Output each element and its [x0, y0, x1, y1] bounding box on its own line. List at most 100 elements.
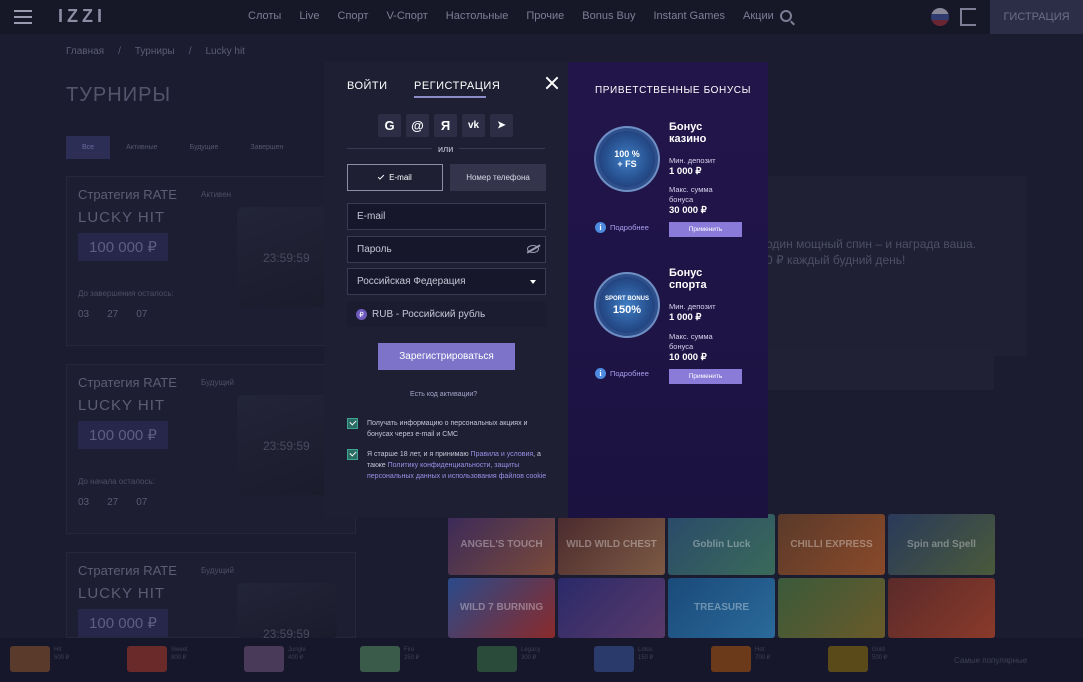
game-grid: ANGEL'S TOUCH WILD WILD CHEST Goblin Luc… [448, 514, 995, 638]
close-icon[interactable] [545, 76, 559, 90]
game-tile[interactable] [558, 577, 665, 638]
apply-casino-bonus-button[interactable]: Применить [669, 222, 742, 237]
winner-item[interactable]: Lotus 150 ₽ [594, 646, 704, 672]
tournament-clock-text: 23:59:59 [263, 251, 310, 265]
site-logo[interactable]: IZZI [58, 6, 106, 27]
winner-game-thumb [828, 646, 868, 672]
filter-all[interactable]: Все [66, 136, 111, 159]
telegram-icon[interactable]: ➤ [490, 114, 513, 137]
game-tile[interactable]: Spin and Spell [888, 514, 995, 575]
timer-hours: 27 [107, 309, 119, 320]
breadcrumb-separator: / [118, 46, 121, 57]
casino-bonus-details-link[interactable]: i Подробнее [595, 222, 649, 233]
consent-marketing-checkbox[interactable] [347, 418, 358, 429]
filter-finished[interactable]: Завершен [234, 136, 299, 159]
apply-sport-bonus-button[interactable]: Применить [669, 369, 742, 384]
winner-game-thumb [10, 646, 50, 672]
winner-game-thumb [594, 646, 634, 672]
yandex-icon[interactable]: Я [434, 114, 457, 137]
sport-bonus-details-link[interactable]: i Подробнее [595, 368, 649, 379]
email-field[interactable]: E-mail [347, 203, 546, 230]
tab-register[interactable]: РЕГИСТРАЦИЯ [414, 80, 500, 92]
nav-item-sport[interactable]: Спорт [338, 10, 369, 22]
promo-text: один мощный спин – и награда ваша. 0 ₽ к… [766, 237, 976, 267]
breadcrumb-home[interactable]: Главная [66, 46, 104, 57]
tournament-card[interactable]: Стратегия RATE Будущий LUCKY HIT 100 000… [66, 552, 356, 641]
winner-item[interactable]: Fire 250 ₽ [360, 646, 470, 672]
game-tile[interactable]: CHILLI EXPRESS [778, 514, 885, 575]
language-flag-icon[interactable] [931, 8, 949, 26]
max-bonus-label: Макс. сумма бонуса [669, 185, 713, 204]
login-icon[interactable] [960, 8, 976, 26]
tab-login[interactable]: ВОЙТИ [347, 80, 388, 92]
consent-terms-label: Я старше 18 лет, и я принимаю Правила и … [367, 451, 547, 480]
tournament-status: Активен [201, 190, 232, 199]
nav-item-live[interactable]: Live [299, 10, 319, 22]
search-icon[interactable] [780, 10, 792, 22]
winner-item[interactable]: Jungle 400 ₽ [244, 646, 354, 672]
tournament-status: Будущий [201, 566, 234, 575]
method-email-button[interactable]: E-mail [347, 164, 443, 191]
nav-item-vsport[interactable]: V-Спорт [386, 10, 427, 22]
game-tile[interactable]: WILD 7 BURNING [448, 577, 555, 638]
breadcrumb-separator: / [188, 46, 192, 57]
winner-item[interactable]: Legacy 300 ₽ [477, 646, 587, 672]
max-bonus-value: 10 000 ₽ [669, 352, 707, 363]
nav-item-table[interactable]: Настольные [446, 10, 509, 22]
timer-minutes: 07 [136, 309, 148, 320]
terms-link[interactable]: Правила и условия [471, 451, 534, 458]
tournament-prize: 100 000 ₽ [78, 421, 168, 449]
min-deposit-label: Мин. депозит [669, 156, 716, 165]
nav-item-promotions[interactable]: Акции [743, 10, 774, 22]
breadcrumb: Главная / Турниры / Lucky hit [66, 46, 245, 57]
nav-item-slots[interactable]: Слоты [248, 10, 281, 22]
winner-item[interactable]: Hot 700 ₽ [711, 646, 821, 672]
breadcrumb-current: Lucky hit [205, 46, 245, 57]
menu-icon[interactable] [14, 10, 32, 24]
consent-marketing-label: Получать информацию о персональных акция… [367, 420, 528, 438]
winner-item[interactable]: Sweet 800 ₽ [127, 646, 237, 672]
mail-icon[interactable]: @ [406, 114, 429, 137]
winner-item[interactable]: Gold 500 ₽ [828, 646, 938, 672]
tournament-timer: 03 27 07 [78, 309, 147, 320]
registration-modal: ВОЙТИ РЕГИСТРАЦИЯ G @ Я vk ➤ или E-mail … [324, 62, 768, 518]
country-select[interactable]: Российская Федерация [347, 268, 546, 295]
winner-game-thumb [477, 646, 517, 672]
top-header: IZZI Слоты Live Спорт V-Спорт Настольные… [0, 0, 1083, 34]
nav-item-instant[interactable]: Instant Games [653, 10, 725, 22]
register-submit-button[interactable]: Зарегистрироваться [378, 343, 515, 370]
tournament-timer: 03 27 07 [78, 497, 147, 508]
password-field[interactable]: Пароль [347, 236, 546, 263]
nav-item-bonus-buy[interactable]: Bonus Buy [582, 10, 635, 22]
header-register-button[interactable]: ГИСТРАЦИЯ [990, 0, 1083, 34]
google-icon[interactable]: G [378, 114, 401, 137]
tournament-prize: 100 000 ₽ [78, 609, 168, 637]
page-title: ТУРНИРЫ [66, 84, 172, 106]
breadcrumb-tournaments[interactable]: Турниры [135, 46, 175, 57]
vk-icon[interactable]: vk [462, 114, 485, 137]
game-tile[interactable] [888, 577, 995, 638]
filter-active[interactable]: Активные [110, 136, 173, 159]
game-tile[interactable] [778, 577, 885, 638]
winners-label[interactable]: Самые популярные [954, 656, 1027, 665]
currency-select[interactable]: ₽ RUB - Российский рубль [347, 302, 546, 327]
eye-off-icon[interactable] [527, 245, 539, 253]
game-tile[interactable]: TREASURE [668, 577, 775, 638]
filter-upcoming[interactable]: Будущие [174, 136, 235, 159]
tournament-name: LUCKY HIT [78, 209, 166, 226]
winner-game-thumb [360, 646, 400, 672]
game-tile[interactable]: ANGEL'S TOUCH [448, 514, 555, 575]
tournament-name: LUCKY HIT [78, 585, 166, 602]
social-login-buttons: G @ Я vk ➤ [378, 114, 513, 137]
timer-days: 03 [78, 309, 90, 320]
method-phone-button[interactable]: Номер телефона [450, 164, 546, 191]
privacy-policy-link[interactable]: Политику конфиденциальности, защиты перс… [367, 462, 546, 480]
tournament-card[interactable]: Стратегия RATE Активен LUCKY HIT 100 000… [66, 176, 356, 346]
activation-code-link[interactable]: Есть код активации? [410, 391, 477, 398]
winner-item[interactable]: Hit 500 ₽ [10, 646, 120, 672]
nav-item-other[interactable]: Прочие [526, 10, 564, 22]
consent-terms-checkbox[interactable] [347, 449, 358, 460]
game-tile[interactable]: WILD WILD CHEST [558, 514, 665, 575]
tournament-card[interactable]: Стратегия RATE Будущий LUCKY HIT 100 000… [66, 364, 356, 534]
game-tile[interactable]: Goblin Luck [668, 514, 775, 575]
